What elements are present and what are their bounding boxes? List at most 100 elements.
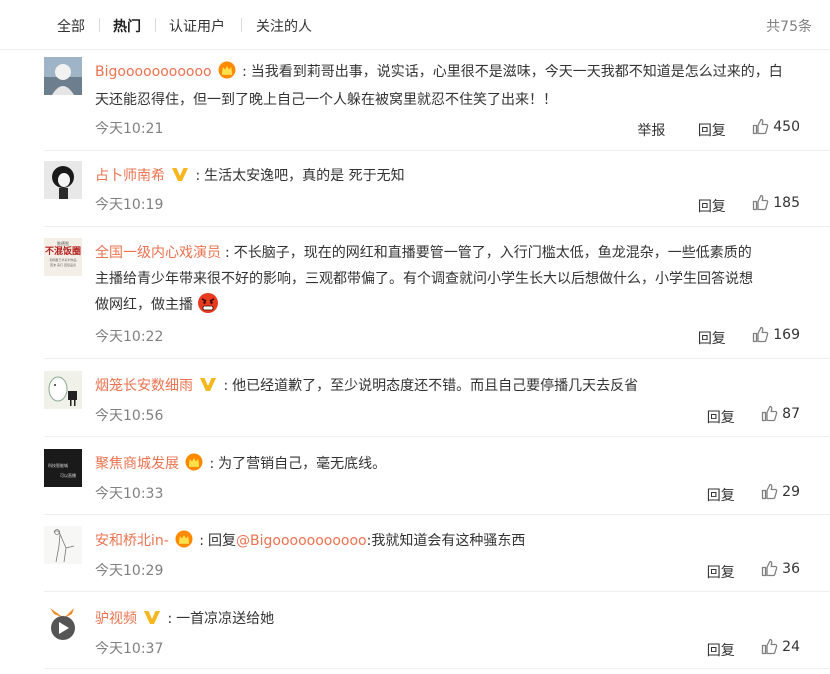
comment-username[interactable]: 驴视频 <box>95 611 137 627</box>
report-button[interactable]: 举报 <box>637 123 665 139</box>
avatar-book-title: 不混饭圈 <box>44 247 81 257</box>
comment-text: 生活太安逸吧，真的是 死于无知 <box>204 168 405 184</box>
like-button[interactable]: 450 <box>752 118 800 135</box>
thumbs-up-icon <box>762 405 778 422</box>
like-count: 450 <box>773 118 800 135</box>
reply-button[interactable]: 回复 <box>698 123 726 139</box>
comment-text-continued: 做网红，做主播 <box>95 297 193 313</box>
comment-divider <box>44 150 830 151</box>
comment-text: 他已经道歉了，至少说明态度还不错。而且自己要停播几天去反省 <box>232 378 639 394</box>
like-button[interactable]: 185 <box>752 194 800 211</box>
comment-time: 今天10:21 <box>95 121 164 137</box>
comment-text-continued: 主播给青少年带来很不好的影响，三观都带偏了。有个调查就问小学生长大以后想做什么，… <box>95 271 753 287</box>
comment-divider <box>44 668 830 669</box>
comment-divider <box>44 436 830 437</box>
reply-button[interactable]: 回复 <box>698 331 726 347</box>
avatar-book-subtitle: 西沫·来打·回复品谈 <box>50 263 76 267</box>
avatar[interactable]: 陈德智 不混饭圈 和明星艺术系列作品 西沫·来打·回复品谈 <box>44 238 82 276</box>
comment-time: 今天10:56 <box>95 408 164 424</box>
avatar[interactable] <box>44 371 82 409</box>
like-button[interactable]: 29 <box>761 483 800 500</box>
thumbs-up-icon <box>762 483 778 500</box>
avatar[interactable] <box>44 604 82 642</box>
like-button[interactable]: 24 <box>761 638 800 655</box>
comment-text: 当我看到莉哥出事，说实话，心里很不是滋味，今天一天我都不知道是怎么过来的，白 <box>250 64 783 80</box>
thumbs-up-icon <box>753 118 769 135</box>
comment-body-continued: 主播给青少年带来很不好的影响，三观都带偏了。有个调查就问小学生长大以后想做什么，… <box>95 266 815 292</box>
thumbs-up-icon <box>762 560 778 577</box>
reply-button[interactable]: 回复 <box>707 410 735 426</box>
crown-badge-icon <box>175 530 193 548</box>
comment-actions: 回复 36 <box>707 560 800 582</box>
mention-link[interactable]: @Bigooooooooooo <box>236 533 367 549</box>
avatar[interactable]: 科技智能城 可以直播 <box>44 449 82 487</box>
reply-button[interactable]: 回复 <box>698 199 726 215</box>
comment-time: 今天10:29 <box>95 563 164 579</box>
like-button[interactable]: 169 <box>752 326 800 343</box>
like-count: 24 <box>782 638 800 655</box>
comment-text-continued: 天还能忍得住，但一到了晚上自己一个人躲在被窝里就忍不住笑了出来！！ <box>95 92 557 108</box>
comment-time: 今天10:22 <box>95 329 164 345</box>
comment-body: Bigooooooooooo : 当我看到莉哥出事，说实话，心里很不是滋味，今天一… <box>95 59 815 85</box>
comment-body-continued: 天还能忍得住，但一到了晚上自己一个人躲在被窝里就忍不住笑了出来！！ <box>95 87 815 113</box>
comment-time: 今天10:37 <box>95 641 164 657</box>
tab-separator <box>99 18 100 32</box>
comment-username[interactable]: Bigooooooooooo <box>95 64 212 80</box>
verified-v-icon <box>143 608 161 626</box>
tab-separator <box>241 18 242 32</box>
tab-verified-users[interactable]: 认证用户 <box>169 16 225 36</box>
like-button[interactable]: 36 <box>761 560 800 577</box>
reply-button[interactable]: 回复 <box>707 643 735 659</box>
comment-time: 今天10:19 <box>95 197 164 213</box>
comment-text: 为了营销自己，毫无底线。 <box>218 456 387 472</box>
like-button[interactable]: 87 <box>761 405 800 422</box>
tab-hot[interactable]: 热门 <box>113 16 141 36</box>
comment-username[interactable]: 全国一级内心戏演员 <box>95 245 221 261</box>
comment-text: 一首凉凉送给她 <box>176 611 275 627</box>
avatar[interactable] <box>44 57 82 95</box>
reply-prefix: 回复 <box>208 533 236 549</box>
like-count: 185 <box>773 194 800 211</box>
reply-button[interactable]: 回复 <box>707 488 735 504</box>
comment-body: 聚焦商城发展 : 为了营销自己，毫无底线。 <box>95 451 815 477</box>
comment-actions: 回复 29 <box>707 483 800 505</box>
comment-actions: 回复 169 <box>698 326 800 348</box>
comment-body-continued: 做网红，做主播 <box>95 292 815 318</box>
thumbs-up-icon <box>753 194 769 211</box>
like-count: 169 <box>773 326 800 343</box>
comment-username[interactable]: 安和桥北in- <box>95 533 169 549</box>
comment-total-count: 共75条 <box>766 19 812 35</box>
comment-text: :我就知道会有这种骚东西 <box>366 533 526 549</box>
crown-badge-icon <box>218 61 236 79</box>
tab-separator <box>155 18 156 32</box>
avatar[interactable] <box>44 161 82 199</box>
verified-v-icon <box>171 165 189 183</box>
comment-body: 安和桥北in- : 回复@Bigooooooooooo:我就知道会有这种骚东西 <box>95 528 815 554</box>
comment-divider <box>44 514 830 515</box>
tab-following[interactable]: 关注的人 <box>256 16 312 36</box>
comment-username[interactable]: 聚焦商城发展 <box>95 456 179 472</box>
comment-body: 烟笼长安数细雨 : 他已经道歉了，至少说明态度还不错。而且自己要停播几天去反省 <box>95 373 815 399</box>
comment-username[interactable]: 占卜师南希 <box>95 168 165 184</box>
comment-filter-tabs: 全部 热门 认证用户 关注的人 共75条 <box>0 0 830 50</box>
comment-actions: 回复 87 <box>707 405 800 427</box>
verified-v-icon <box>199 375 217 393</box>
reply-button[interactable]: 回复 <box>707 565 735 581</box>
comment-divider <box>44 226 830 227</box>
thumbs-up-icon <box>762 638 778 655</box>
comment-actions: 回复 24 <box>707 638 800 660</box>
comment-divider <box>44 591 830 592</box>
angry-face-emoji-icon <box>197 292 219 314</box>
like-count: 36 <box>782 560 800 577</box>
comment-body: 全国一级内心戏演员: 不长脑子，现在的网红和直播要管一管了，入行门槛太低，鱼龙混杂… <box>95 245 752 261</box>
like-count: 87 <box>782 405 800 422</box>
crown-badge-icon <box>185 453 203 471</box>
comment-actions: 回复 185 <box>698 194 800 216</box>
comment-username[interactable]: 烟笼长安数细雨 <box>95 378 193 394</box>
comment-actions: 举报 回复 450 <box>637 118 800 140</box>
avatar-text: 科技智能城 <box>48 463 68 468</box>
comment-text: 不长脑子，现在的网红和直播要管一管了，入行门槛太低，鱼龙混杂，一些低素质的 <box>233 245 752 261</box>
comment-time: 今天10:33 <box>95 486 164 502</box>
tab-all[interactable]: 全部 <box>57 16 85 36</box>
avatar[interactable] <box>44 526 82 564</box>
